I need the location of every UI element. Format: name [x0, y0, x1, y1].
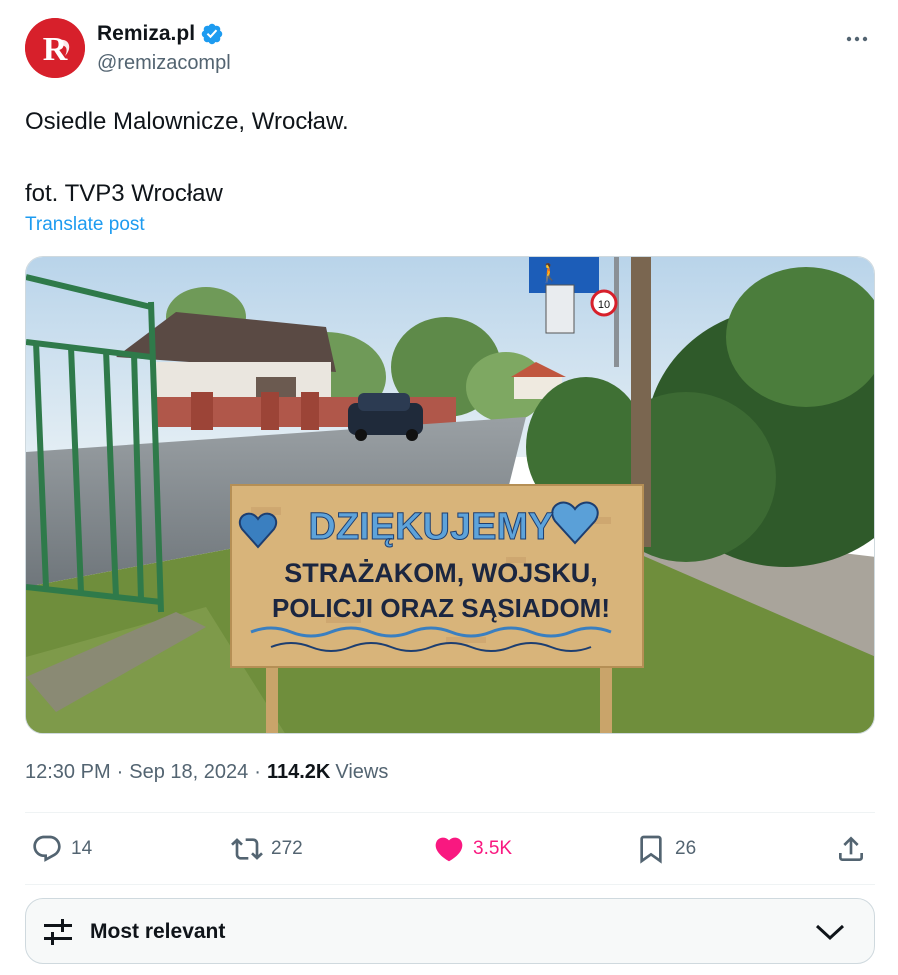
views-label: Views — [335, 761, 389, 783]
post-text-line: fot. TVP3 Wrocław — [25, 180, 223, 207]
post-metadata: 12:30 PM · Sep 18, 2024 · 114.2K Views — [25, 761, 388, 784]
speed-sign-text: 10 — [598, 299, 610, 311]
post-date[interactable]: Sep 18, 2024 — [129, 761, 248, 784]
repost-count: 272 — [271, 838, 303, 859]
views-count: 114.2K — [266, 761, 331, 783]
reply-count: 14 — [71, 838, 93, 859]
sort-label: Most relevant — [90, 920, 226, 943]
more-dots-icon — [846, 36, 868, 42]
heart-icon — [435, 837, 463, 862]
divider — [25, 884, 875, 885]
sign-line-3: POLICJI ORAZ SĄSIADOM! — [272, 593, 610, 623]
bookmark-button[interactable]: 26 — [635, 822, 696, 876]
more-options-button[interactable] — [839, 24, 875, 54]
svg-text:🚶: 🚶 — [538, 262, 560, 283]
sign-line-2: STRAŻAKOM, WOJSKU, — [284, 558, 598, 588]
like-count: 3.5K — [473, 838, 513, 859]
user-handle[interactable]: @remizacompl — [97, 52, 231, 75]
post-text: Osiedle Malownicze, Wrocław. fot. TVP3 W… — [25, 104, 865, 212]
repost-button[interactable]: 272 — [231, 822, 303, 876]
like-button[interactable]: 3.5K — [433, 822, 512, 876]
divider — [25, 812, 875, 813]
bookmark-icon — [640, 835, 662, 864]
dot-separator: · — [254, 761, 261, 783]
share-icon — [839, 836, 863, 861]
sort-replies-dropdown[interactable]: Most relevant — [25, 898, 875, 964]
post-text-line: Osiedle Malownicze, Wrocław. — [25, 108, 349, 135]
repost-icon — [231, 838, 263, 860]
remiza-logo-icon: R — [25, 18, 85, 78]
display-name[interactable]: Remiza.pl — [97, 22, 195, 46]
sign-line-1: DZIĘKUJEMY — [309, 506, 554, 548]
reply-icon — [33, 835, 61, 862]
post-image[interactable]: 🚶 10 DZIĘKUJEMY STRAŻAKOM, WOJSKU, POLIC… — [25, 256, 875, 734]
sliders-icon — [44, 919, 72, 945]
verified-badge-icon — [201, 23, 223, 45]
action-bar: 14 272 3.5K 26 — [25, 822, 875, 876]
bookmark-count: 26 — [675, 838, 697, 859]
dot-separator: · — [116, 761, 124, 783]
chevron-down-icon — [815, 924, 845, 941]
photo-illustration: 🚶 10 DZIĘKUJEMY STRAŻAKOM, WOJSKU, POLIC… — [26, 257, 874, 733]
reply-button[interactable]: 14 — [31, 822, 92, 876]
avatar[interactable]: R — [25, 18, 85, 78]
svg-text:R: R — [43, 31, 68, 68]
post-time[interactable]: 12:30 PM — [25, 761, 111, 784]
translate-post-link[interactable]: Translate post — [25, 214, 145, 236]
post-header: R Remiza.pl @remizacompl — [25, 18, 875, 80]
share-button[interactable] — [835, 822, 867, 876]
